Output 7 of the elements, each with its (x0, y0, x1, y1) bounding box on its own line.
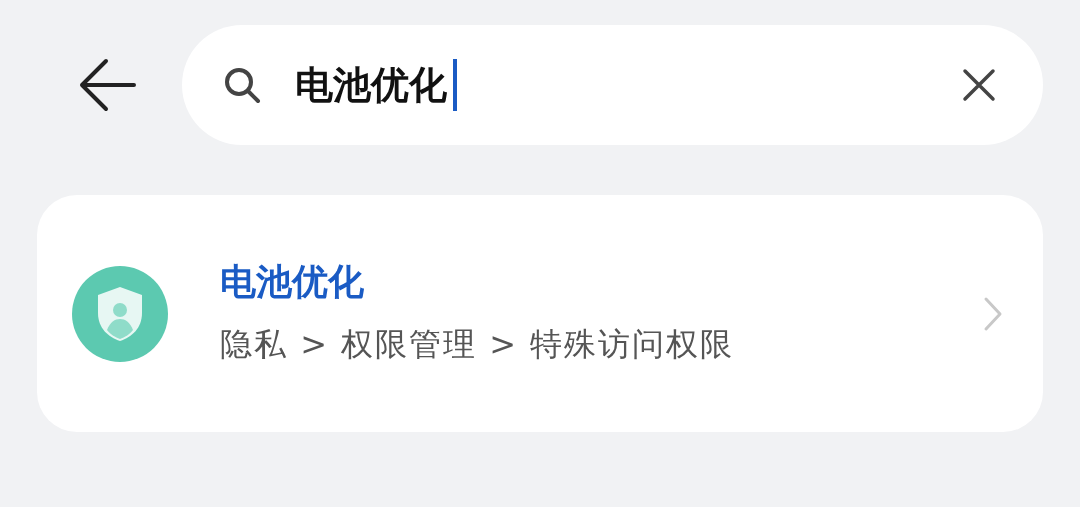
search-result[interactable]: 电池优化 隐私 > 权限管理 > 特殊访问权限 (37, 195, 1043, 432)
search-field[interactable]: 电池优化 (295, 56, 453, 114)
search-icon (222, 65, 262, 105)
result-title: 电池优化 (220, 260, 365, 305)
result-path: 隐私 > 权限管理 > 特殊访问权限 (220, 323, 736, 365)
text-cursor (453, 59, 457, 111)
chevron-icon (983, 295, 1003, 332)
